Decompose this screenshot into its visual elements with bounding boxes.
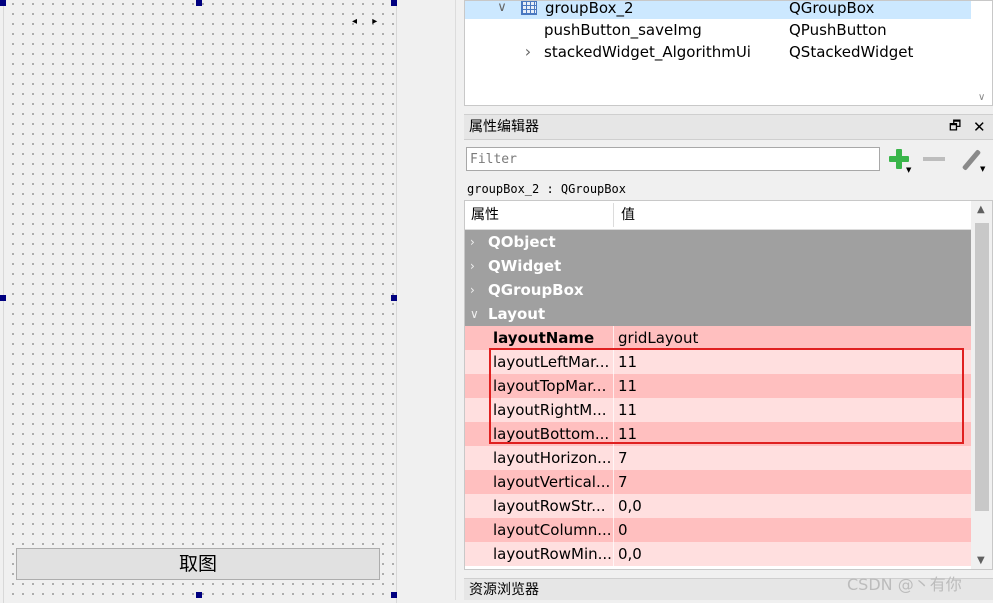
expand-arrow-icon[interactable]: ›: [470, 230, 475, 254]
expand-arrow-icon[interactable]: ›: [470, 278, 475, 302]
property-row-top-margin[interactable]: layoutTopMar... 11: [465, 374, 971, 398]
scroll-down-icon[interactable]: ▼: [977, 555, 985, 566]
property-row-column-stretch[interactable]: layoutColumn... 0: [465, 518, 971, 542]
tree-row-class: QPushButton: [789, 21, 887, 39]
property-name: layoutLeftMar...: [493, 353, 610, 371]
expand-arrow-icon[interactable]: ›: [521, 41, 535, 63]
property-row-row-minimum-height[interactable]: layoutRowMin... 0,0: [465, 542, 971, 566]
property-filter-input[interactable]: [466, 147, 880, 171]
property-value[interactable]: 7: [618, 446, 628, 470]
header-property[interactable]: 属性: [471, 201, 499, 229]
capture-image-button[interactable]: 取图: [16, 548, 380, 580]
header-value[interactable]: 值: [621, 201, 635, 229]
property-table[interactable]: 属性 值 › QObject › QWidget › QGroupBox ∨ L…: [464, 200, 993, 570]
property-row-bottom-margin[interactable]: layoutBottom... 11: [465, 422, 971, 446]
tree-scrollbar[interactable]: ∨: [974, 1, 992, 105]
property-value[interactable]: gridLayout: [618, 326, 698, 350]
remove-property-icon[interactable]: [923, 157, 945, 161]
property-value[interactable]: 11: [618, 398, 637, 422]
property-name: layoutHorizon...: [493, 449, 611, 467]
tree-row-groupbox[interactable]: ∨ groupBox_2 QGroupBox: [465, 0, 971, 19]
property-scrollbar[interactable]: ▲ ▼: [971, 201, 992, 569]
collapse-arrow-icon[interactable]: ∨: [470, 302, 479, 326]
property-value[interactable]: 0,0: [618, 542, 642, 566]
form-designer-canvas[interactable]: ◂ ▸ 取图: [0, 0, 455, 603]
property-row-row-stretch[interactable]: layoutRowStr... 0,0: [465, 494, 971, 518]
group-qwidget[interactable]: › QWidget: [465, 254, 971, 278]
property-value[interactable]: 0,0: [618, 494, 642, 518]
group-qobject[interactable]: › QObject: [465, 230, 971, 254]
group-label: QGroupBox: [488, 281, 584, 299]
selection-handle-top-left[interactable]: [0, 0, 6, 6]
selection-handle-middle-right[interactable]: [391, 295, 397, 301]
tree-row-name: stackedWidget_AlgorithmUi: [544, 43, 751, 61]
group-layout[interactable]: ∨ Layout: [465, 302, 971, 326]
selection-handle-top-right[interactable]: [391, 0, 397, 6]
tree-row-stackedwidget[interactable]: › stackedWidget_AlgorithmUi QStackedWidg…: [465, 41, 971, 63]
property-row-left-margin[interactable]: layoutLeftMar... 11: [465, 350, 971, 374]
right-dock-area: ∨ groupBox_2 QGroupBox pushButton_saveIm…: [464, 0, 993, 600]
group-qgroupbox[interactable]: › QGroupBox: [465, 278, 971, 302]
tab-scroll-arrows[interactable]: ◂ ▸: [352, 16, 383, 27]
tree-row-pushbutton[interactable]: pushButton_saveImg QPushButton: [465, 19, 971, 41]
property-name: layoutName: [493, 329, 595, 347]
property-table-header: 属性 值: [465, 201, 971, 230]
property-editor-title: 属性编辑器: [469, 119, 539, 135]
property-value[interactable]: 11: [618, 350, 637, 374]
scrollbar-thumb[interactable]: [975, 223, 989, 511]
property-value[interactable]: 11: [618, 422, 637, 446]
property-row-right-margin[interactable]: layoutRightM... 11: [465, 398, 971, 422]
add-dynamic-property-icon[interactable]: ▼: [886, 146, 912, 174]
selection-handle-bottom-middle[interactable]: [196, 592, 202, 598]
property-row-horizontal-spacing[interactable]: layoutHorizon... 7: [465, 446, 971, 470]
property-name: layoutRowStr...: [493, 497, 606, 515]
property-value[interactable]: 7: [618, 470, 628, 494]
property-name: layoutColumn...: [493, 521, 611, 539]
property-name: layoutVertical...: [493, 473, 611, 491]
collapse-arrow-icon[interactable]: ∨: [495, 1, 509, 19]
property-name: layoutRowMin...: [493, 545, 611, 563]
grid-layout-icon: [521, 1, 537, 15]
group-label: QObject: [488, 233, 556, 251]
property-value[interactable]: 11: [618, 374, 637, 398]
property-row-vertical-spacing[interactable]: layoutVertical... 7: [465, 470, 971, 494]
group-label: Layout: [488, 305, 546, 323]
scroll-down-icon[interactable]: ∨: [978, 92, 985, 103]
property-name: layoutRightM...: [493, 401, 607, 419]
property-row-layoutname[interactable]: layoutName gridLayout: [465, 326, 971, 350]
group-label: QWidget: [488, 257, 562, 275]
tree-row-class: QStackedWidget: [789, 43, 914, 61]
selected-object-label: groupBox_2 : QGroupBox: [467, 182, 626, 196]
tree-row-class: QGroupBox: [789, 0, 875, 17]
property-value[interactable]: 0: [618, 518, 628, 542]
resource-browser-title: 资源浏览器: [469, 582, 539, 598]
property-name: layoutTopMar...: [493, 377, 607, 395]
expand-arrow-icon[interactable]: ›: [470, 254, 475, 278]
selection-handle-top-middle[interactable]: [196, 0, 202, 6]
tree-row-name: groupBox_2: [545, 0, 634, 17]
selection-handle-middle-left[interactable]: [0, 295, 6, 301]
object-inspector-tree[interactable]: ∨ groupBox_2 QGroupBox pushButton_saveIm…: [464, 0, 993, 106]
float-window-icon[interactable]: 🗗: [949, 115, 961, 139]
close-icon[interactable]: ✕: [973, 115, 986, 139]
form-grid-area[interactable]: [3, 3, 397, 603]
tree-row-name: pushButton_saveImg: [544, 21, 702, 39]
watermark-text: CSDN @丶有你: [847, 575, 962, 594]
scroll-up-icon[interactable]: ▲: [977, 204, 985, 215]
configure-wrench-icon[interactable]: ▼: [959, 146, 989, 174]
property-editor-titlebar: 属性编辑器 🗗 ✕: [464, 114, 993, 140]
property-name: layoutBottom...: [493, 425, 610, 443]
selection-handle-bottom-right[interactable]: [391, 592, 397, 598]
